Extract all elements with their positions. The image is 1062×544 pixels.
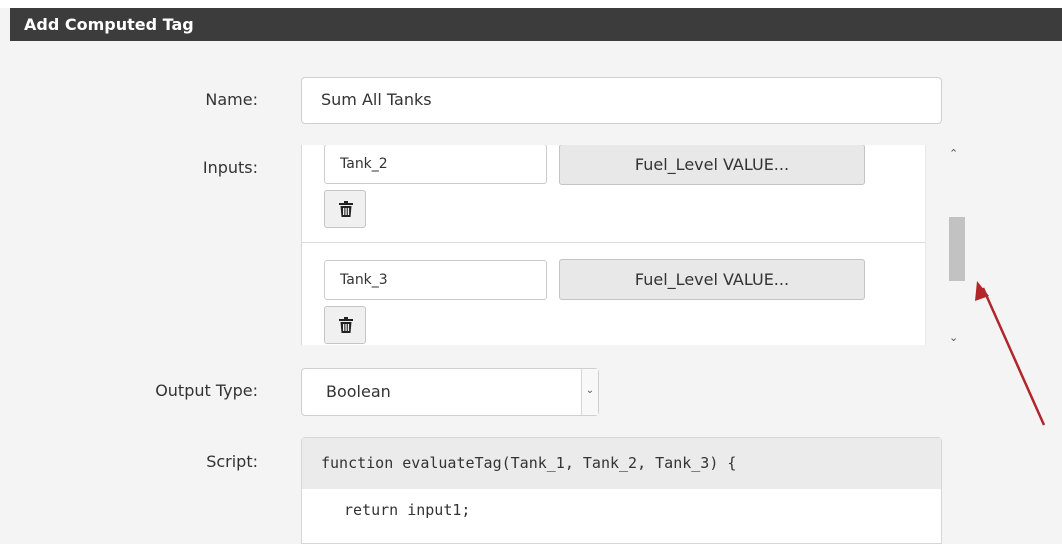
- annotation-arrow: [975, 281, 1046, 426]
